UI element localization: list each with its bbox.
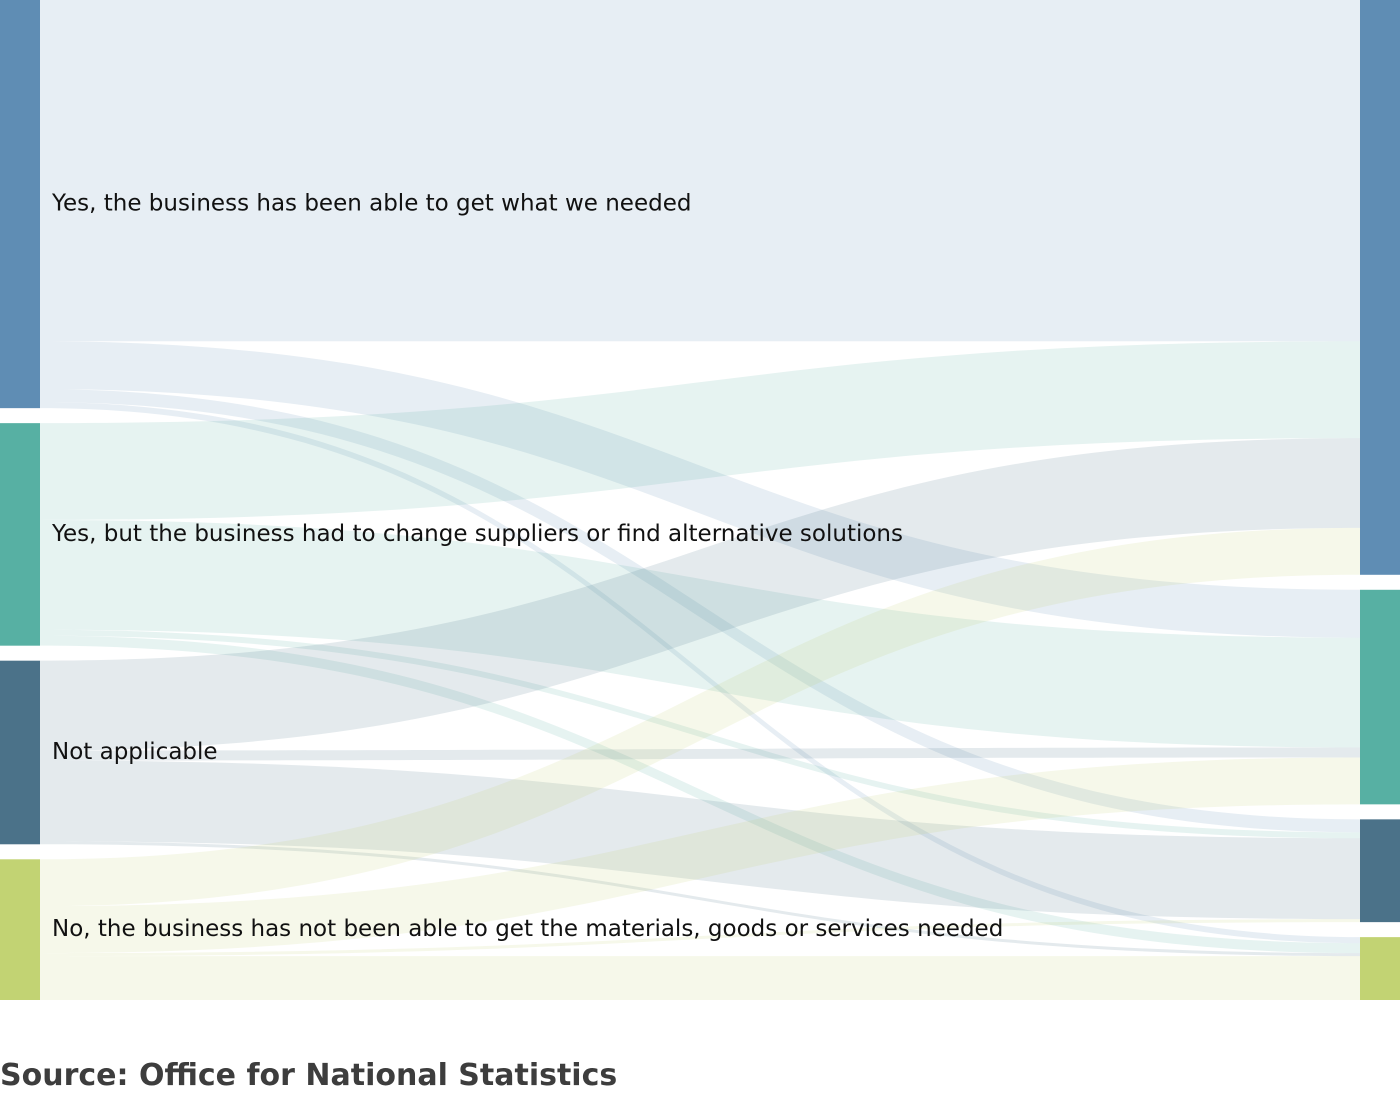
- target-node-yes: [1360, 0, 1400, 575]
- target-node-no: [1360, 937, 1400, 1000]
- target-node-change: [1360, 589, 1400, 805]
- source-node-change: [0, 423, 40, 646]
- node-label-yes: Yes, the business has been able to get w…: [51, 191, 691, 217]
- source-note: Source: Office for National Statistics: [0, 1058, 618, 1093]
- node-label-change: Yes, but the business had to change supp…: [51, 521, 903, 547]
- source-node-no: [0, 859, 40, 1000]
- source-node-yes: [0, 0, 40, 409]
- flow-no-to-no: [40, 956, 1360, 1000]
- source-node-na: [0, 660, 40, 845]
- target-node-na: [1360, 819, 1400, 923]
- sankey-links: [40, 0, 1360, 1000]
- node-label-na: Not applicable: [52, 739, 218, 765]
- sankey-chart: Yes, the business has been able to get w…: [0, 0, 1400, 1000]
- flow-na-to-change: [40, 747, 1360, 761]
- sankey-svg: Yes, the business has been able to get w…: [0, 0, 1400, 1000]
- flow-yes-to-yes: [40, 0, 1360, 342]
- node-label-no: No, the business has not been able to ge…: [52, 916, 1003, 942]
